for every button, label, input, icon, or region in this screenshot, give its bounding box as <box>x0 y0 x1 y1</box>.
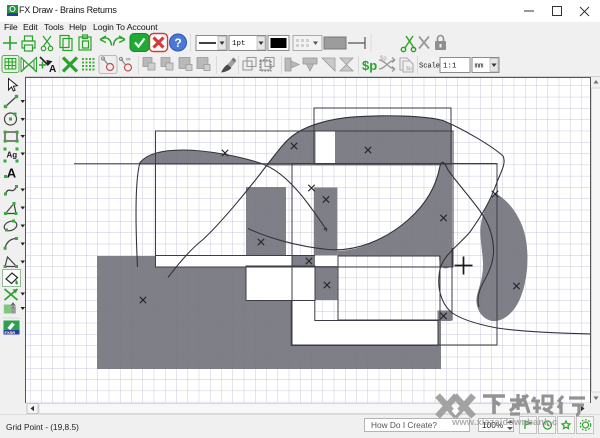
svg-text:www.xiazaidownbank.c: www.xiazaidownbank.c <box>451 417 557 428</box>
